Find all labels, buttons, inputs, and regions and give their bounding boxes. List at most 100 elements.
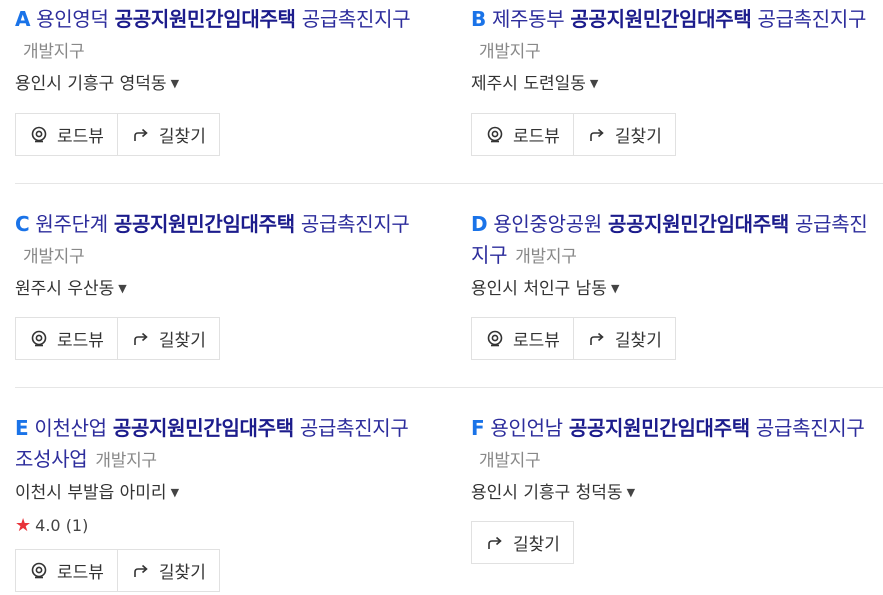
directions-label: 길찾기 bbox=[513, 535, 560, 555]
result-card-c: C 원주단계 공공지원민간임대주택 공급촉진지구개발지구 원주시 우산동 ▼ bbox=[15, 209, 427, 303]
place-name: 용인중앙공원 bbox=[493, 212, 602, 236]
result-card-e: E 이천산업 공공지원민간임대주택 공급촉진지구 조성사업 개발지구 이천시 부발읍… bbox=[15, 413, 427, 537]
result-card-f: F 용인언남 공공지원민간임대주택 공급촉진지구개발지구 용인시 기흥구 청덕동 ▼ bbox=[471, 413, 883, 507]
directions-label: 길찾기 bbox=[158, 563, 206, 583]
directions-arrow-icon bbox=[590, 332, 604, 345]
place-category: 개발지구 bbox=[95, 451, 157, 471]
place-category: 개발지구 bbox=[23, 247, 85, 267]
roadview-icon bbox=[31, 562, 47, 578]
roadview-button[interactable]: 로드뷰 bbox=[15, 317, 118, 360]
roadview-button[interactable]: 로드뷰 bbox=[15, 113, 118, 156]
star-icon: ★ bbox=[15, 515, 32, 536]
directions-arrow-icon bbox=[488, 536, 502, 549]
action-buttons: 로드뷰 길찾기 bbox=[15, 113, 220, 156]
directions-arrow-icon bbox=[590, 128, 604, 141]
directions-label: 길찾기 bbox=[614, 331, 662, 351]
directions-button[interactable]: 길찾기 bbox=[117, 113, 220, 156]
roadview-icon bbox=[31, 330, 47, 346]
marker-letter: F bbox=[471, 416, 485, 440]
caret-down-icon: ▼ bbox=[118, 282, 127, 295]
row-divider bbox=[15, 387, 883, 388]
directions-arrow-icon bbox=[134, 332, 148, 345]
place-category: 개발지구 bbox=[479, 451, 541, 471]
roadview-button[interactable]: 로드뷰 bbox=[471, 113, 574, 156]
roadview-button[interactable]: 로드뷰 bbox=[471, 317, 574, 360]
caret-down-icon: ▼ bbox=[610, 282, 620, 295]
caret-down-icon: ▼ bbox=[589, 77, 599, 90]
place-keyword: 공공지원민간임대주택 bbox=[570, 7, 752, 31]
place-name-rest: 공급촉진지구 bbox=[755, 416, 865, 440]
address-dropdown[interactable]: 원주시 우산동 ▼ bbox=[15, 277, 427, 303]
place-title[interactable]: B 제주동부 공공지원민간임대주택 공급촉진지구개발지구 bbox=[471, 4, 883, 68]
action-buttons: 로드뷰 길찾기 bbox=[471, 113, 676, 156]
address-text: 이천시 부발읍 아미리 bbox=[15, 483, 167, 503]
roadview-label: 로드뷰 bbox=[57, 127, 104, 147]
address-text: 용인시 처인구 남동 bbox=[471, 279, 607, 299]
address-dropdown[interactable]: 용인시 기흥구 청덕동 ▼ bbox=[471, 481, 883, 507]
place-name-rest: 공급촉진지구 bbox=[757, 7, 867, 31]
roadview-icon bbox=[487, 330, 503, 346]
address-text: 원주시 우산동 bbox=[15, 279, 115, 299]
result-card-b: B 제주동부 공공지원민간임대주택 공급촉진지구개발지구 제주시 도련일동 ▼ bbox=[471, 4, 883, 98]
directions-button[interactable]: 길찾기 bbox=[117, 317, 220, 360]
rating[interactable]: ★ 4.0 (1) bbox=[15, 515, 427, 537]
place-keyword: 공공지원민간임대주택 bbox=[607, 212, 789, 236]
action-buttons: 로드뷰 길찾기 bbox=[471, 317, 676, 360]
marker-letter: E bbox=[15, 416, 29, 440]
roadview-label: 로드뷰 bbox=[513, 127, 560, 147]
roadview-icon bbox=[31, 126, 47, 142]
directions-arrow-icon bbox=[134, 564, 148, 577]
marker-letter: D bbox=[471, 212, 488, 236]
directions-button[interactable]: 길찾기 bbox=[573, 317, 676, 360]
address-text: 용인시 기흥구 영덕동 bbox=[15, 74, 167, 94]
action-buttons: 로드뷰 길찾기 bbox=[15, 549, 220, 592]
place-name-rest: 공급촉진지구 bbox=[301, 7, 411, 31]
address-text: 제주시 도련일동 bbox=[471, 74, 586, 94]
address-dropdown[interactable]: 제주시 도련일동 ▼ bbox=[471, 72, 883, 98]
place-name: 제주동부 bbox=[491, 7, 565, 31]
directions-arrow-icon bbox=[134, 128, 148, 141]
caret-down-icon: ▼ bbox=[170, 486, 180, 499]
roadview-label: 로드뷰 bbox=[57, 563, 104, 583]
address-dropdown[interactable]: 용인시 처인구 남동 ▼ bbox=[471, 277, 883, 303]
roadview-label: 로드뷰 bbox=[57, 331, 104, 351]
directions-button[interactable]: 길찾기 bbox=[573, 113, 676, 156]
place-title[interactable]: D 용인중앙공원 공공지원민간임대주택 공급촉진지구 개발지구 bbox=[471, 209, 883, 273]
rating-count: (1) bbox=[65, 516, 89, 535]
action-buttons: 로드뷰 길찾기 bbox=[15, 317, 220, 360]
place-category: 개발지구 bbox=[515, 247, 577, 267]
caret-down-icon: ▼ bbox=[626, 486, 636, 499]
place-name: 용인영덕 bbox=[36, 7, 109, 31]
directions-button[interactable]: 길찾기 bbox=[117, 549, 220, 592]
place-keyword: 공공지원민간임대주택 bbox=[114, 7, 296, 31]
directions-button[interactable]: 길찾기 bbox=[471, 521, 574, 564]
place-title[interactable]: C 원주단계 공공지원민간임대주택 공급촉진지구개발지구 bbox=[15, 209, 427, 273]
place-title[interactable]: F 용인언남 공공지원민간임대주택 공급촉진지구개발지구 bbox=[471, 413, 883, 477]
row-divider bbox=[15, 183, 883, 184]
place-category: 개발지구 bbox=[23, 42, 85, 62]
rating-score: 4.0 bbox=[35, 516, 61, 535]
address-dropdown[interactable]: 이천시 부발읍 아미리 ▼ bbox=[15, 481, 427, 507]
place-category: 개발지구 bbox=[479, 42, 541, 62]
address-dropdown[interactable]: 용인시 기흥구 영덕동 ▼ bbox=[15, 72, 427, 98]
marker-letter: A bbox=[15, 7, 31, 31]
place-name: 이천산업 bbox=[34, 416, 107, 440]
roadview-icon bbox=[487, 126, 503, 142]
caret-down-icon: ▼ bbox=[170, 77, 180, 90]
marker-letter: C bbox=[15, 212, 30, 236]
place-keyword: 공공지원민간임대주택 bbox=[568, 416, 750, 440]
place-title[interactable]: E 이천산업 공공지원민간임대주택 공급촉진지구 조성사업 개발지구 bbox=[15, 413, 427, 477]
roadview-label: 로드뷰 bbox=[513, 331, 560, 351]
directions-label: 길찾기 bbox=[158, 331, 206, 351]
marker-letter: B bbox=[471, 7, 486, 31]
directions-label: 길찾기 bbox=[158, 127, 206, 147]
place-title[interactable]: A 용인영덕 공공지원민간임대주택 공급촉진지구개발지구 bbox=[15, 4, 427, 68]
directions-label: 길찾기 bbox=[614, 127, 662, 147]
result-card-a: A 용인영덕 공공지원민간임대주택 공급촉진지구개발지구 용인시 기흥구 영덕동 ▼ bbox=[15, 4, 427, 98]
roadview-button[interactable]: 로드뷰 bbox=[15, 549, 118, 592]
place-name: 용인언남 bbox=[490, 416, 563, 440]
place-name-rest: 공급촉진지구 bbox=[300, 212, 410, 236]
action-buttons: 길찾기 bbox=[471, 521, 574, 564]
place-keyword: 공공지원민간임대주택 bbox=[113, 212, 295, 236]
place-name: 원주단계 bbox=[35, 212, 108, 236]
